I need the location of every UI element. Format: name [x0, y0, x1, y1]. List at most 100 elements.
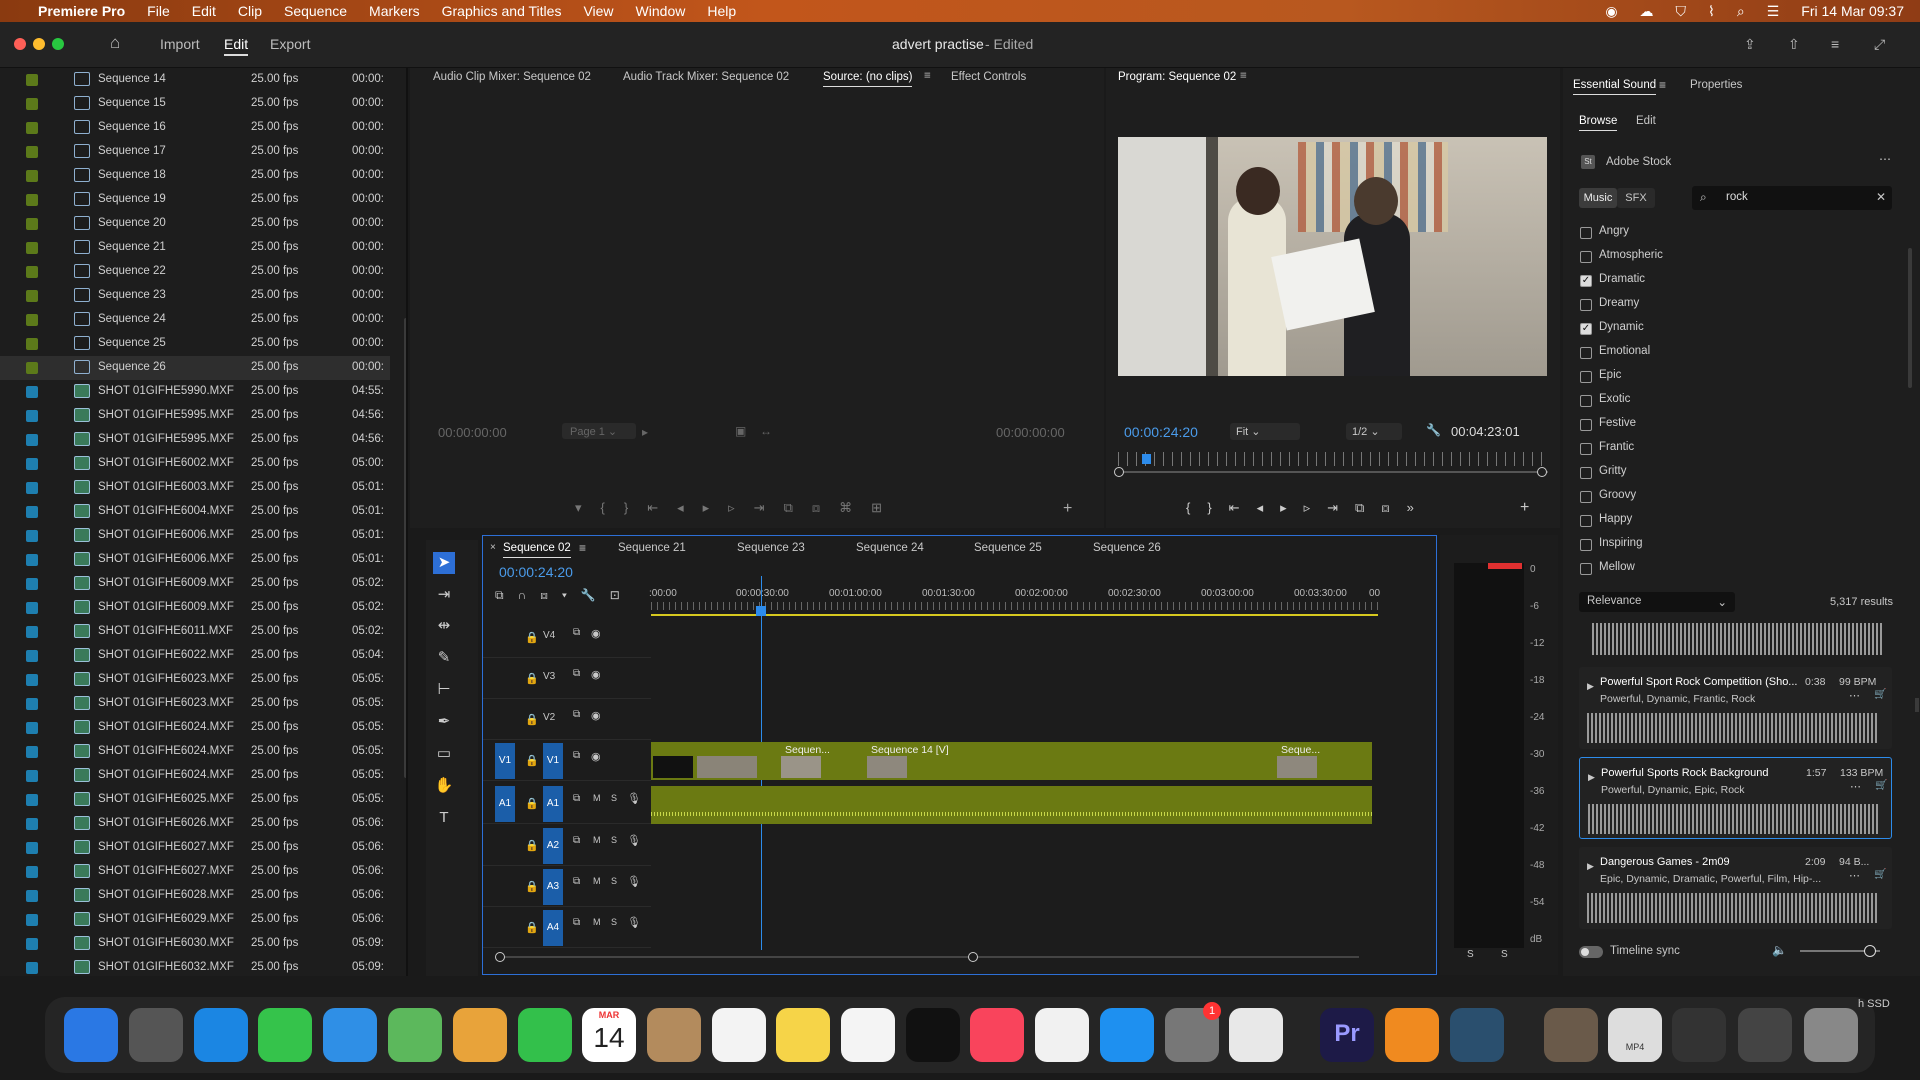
mood-checkbox[interactable] [1580, 227, 1592, 239]
label-color-chip[interactable] [26, 722, 38, 734]
track-label[interactable]: V3 [543, 671, 555, 682]
track-waveform[interactable] [1587, 713, 1877, 743]
timeline-timecode[interactable]: 00:00:24:20 [499, 564, 573, 580]
label-color-chip[interactable] [26, 146, 38, 158]
music-result-card[interactable]: ▶ Dangerous Games - 2m09 2:09 94 B... Epic, … [1579, 847, 1892, 929]
solo-button[interactable]: S [611, 917, 617, 927]
project-row[interactable]: SHOT 01GIFHE6023.MXF 25.00 fps 05:05: [0, 668, 390, 692]
timeline-sync-toggle[interactable] [1579, 946, 1603, 958]
project-item-name[interactable]: Sequence 17 [98, 145, 166, 157]
project-row[interactable]: Sequence 16 25.00 fps 00:00: [0, 116, 390, 140]
essential-menu-icon[interactable]: ≡ [1659, 78, 1666, 92]
mood-label[interactable]: Gritty [1599, 465, 1626, 477]
resolution-dropdown[interactable]: 1/2 ⌄ [1346, 423, 1402, 440]
project-item-name[interactable]: SHOT 01GIFHE6027.MXF [98, 841, 234, 853]
toggle-sync-icon[interactable]: ⧉ [573, 876, 580, 887]
system-settings-icon[interactable]: 1 [1165, 1002, 1221, 1062]
tab-properties[interactable]: Properties [1690, 79, 1742, 91]
project-row[interactable]: SHOT 01GIFHE6028.MXF 25.00 fps 05:06: [0, 884, 390, 908]
project-item-name[interactable]: Sequence 23 [98, 289, 166, 301]
mood-label[interactable]: Epic [1599, 369, 1621, 381]
project-row[interactable]: SHOT 01GIFHE6009.MXF 25.00 fps 05:02: [0, 596, 390, 620]
project-row[interactable]: SHOT 01GIFHE6030.MXF 25.00 fps 05:09: [0, 932, 390, 956]
contacts-icon[interactable] [647, 1008, 701, 1062]
results-scrollbar[interactable] [1915, 698, 1919, 712]
project-item-name[interactable]: Sequence 18 [98, 169, 166, 181]
vlc-icon[interactable] [1385, 1008, 1439, 1062]
project-item-name[interactable]: SHOT 01GIFHE6009.MXF [98, 601, 234, 613]
minimize-window-button[interactable] [33, 38, 45, 50]
mute-button[interactable]: M [593, 917, 601, 927]
project-item-name[interactable]: SHOT 01GIFHE6023.MXF [98, 697, 234, 709]
eye-icon[interactable]: ◉ [591, 627, 601, 640]
mic-icon[interactable]: 🎙 [627, 834, 641, 847]
share-icon[interactable]: ⇧ [1788, 36, 1800, 53]
menu-icon[interactable]: ≡ [924, 70, 931, 82]
label-color-chip[interactable] [26, 314, 38, 326]
volume-knob[interactable] [1864, 945, 1876, 957]
launchpad-icon[interactable] [129, 1008, 183, 1062]
project-item-name[interactable]: Sequence 14 [98, 73, 166, 85]
solo-button[interactable]: S [611, 793, 617, 803]
cloud-icon[interactable]: ☁ [1640, 3, 1654, 20]
clear-search-icon[interactable]: ✕ [1876, 190, 1886, 204]
mood-label[interactable]: Happy [1599, 513, 1632, 525]
lock-icon[interactable]: 🔒 [525, 839, 539, 852]
project-item-name[interactable]: SHOT 01GIFHE6024.MXF [98, 769, 234, 781]
label-color-chip[interactable] [26, 962, 38, 974]
mood-checkbox[interactable] [1580, 467, 1592, 479]
razor-tool-icon[interactable]: ✎ [433, 647, 455, 669]
project-row[interactable]: Sequence 23 25.00 fps 00:00: [0, 284, 390, 308]
photos-icon[interactable] [453, 1008, 507, 1062]
safari-icon[interactable] [194, 1008, 248, 1062]
track-label[interactable]: V1 [543, 743, 563, 779]
quick-export-icon[interactable]: ⇪ [1744, 36, 1756, 53]
project-row[interactable]: SHOT 01GIFHE6006.MXF 25.00 fps 05:01: [0, 524, 390, 548]
toggle-sync-icon[interactable]: ⧉ [573, 793, 580, 804]
project-row[interactable]: SHOT 01GIFHE6025.MXF 25.00 fps 05:05: [0, 788, 390, 812]
eye-icon[interactable]: ◉ [591, 668, 601, 681]
music-icon[interactable] [970, 1008, 1024, 1062]
chrome-icon[interactable] [1229, 1008, 1283, 1062]
project-item-name[interactable]: SHOT 01GIFHE5995.MXF [98, 409, 234, 421]
lock-icon[interactable]: 🔒 [525, 713, 539, 726]
label-color-chip[interactable] [26, 914, 38, 926]
label-color-chip[interactable] [26, 506, 38, 518]
project-item-name[interactable]: SHOT 01GIFHE6022.MXF [98, 649, 234, 661]
eye-icon[interactable]: ◉ [591, 709, 601, 722]
project-item-name[interactable]: Sequence 19 [98, 193, 166, 205]
project-row[interactable]: SHOT 01GIFHE6024.MXF 25.00 fps 05:05: [0, 764, 390, 788]
zoom-handle-left[interactable] [1114, 467, 1124, 477]
label-color-chip[interactable] [26, 866, 38, 878]
page-dropdown[interactable]: Page 1 ⌄ [562, 423, 636, 439]
project-item-name[interactable]: Sequence 22 [98, 265, 166, 277]
project-row[interactable]: Sequence 24 25.00 fps 00:00: [0, 308, 390, 332]
mood-checkbox[interactable] [1580, 371, 1592, 383]
mood-checkbox[interactable] [1580, 515, 1592, 527]
project-row[interactable]: SHOT 01GIFHE6011.MXF 25.00 fps 05:02: [0, 620, 390, 644]
play-icon[interactable]: ▶ [1588, 772, 1595, 783]
app-name[interactable]: Premiere Pro [38, 3, 125, 19]
label-color-chip[interactable] [26, 410, 38, 422]
mood-label[interactable]: Inspiring [1599, 537, 1642, 549]
mood-checkbox[interactable] [1580, 419, 1592, 431]
track-label[interactable]: A2 [543, 828, 563, 864]
tab-audio-track-mixer[interactable]: Audio Track Mixer: Sequence 02 [623, 71, 789, 83]
mood-checkbox[interactable] [1580, 563, 1592, 575]
track-waveform[interactable] [1588, 804, 1878, 834]
tab-browse[interactable]: Browse [1579, 115, 1618, 131]
toggle-sync-icon[interactable]: ⧉ [573, 709, 580, 720]
source-patch-a1[interactable]: A1 [495, 786, 515, 822]
timeline-scrollbar[interactable] [499, 956, 1359, 958]
project-row[interactable]: Sequence 26 25.00 fps 00:00: [0, 356, 390, 380]
program-timeline-ruler[interactable] [1118, 452, 1548, 466]
project-row[interactable]: Sequence 25 25.00 fps 00:00: [0, 332, 390, 356]
project-item-name[interactable]: Sequence 21 [98, 241, 166, 253]
project-row[interactable]: Sequence 19 25.00 fps 00:00: [0, 188, 390, 212]
toggle-sync-icon[interactable]: ⧉ [573, 750, 580, 761]
label-color-chip[interactable] [26, 362, 38, 374]
video-clip-strip[interactable]: Sequen... Sequence 14 [V] Seque... [651, 742, 1372, 780]
maps-icon[interactable] [388, 1008, 442, 1062]
label-color-chip[interactable] [26, 290, 38, 302]
project-item-name[interactable]: SHOT 01GIFHE6024.MXF [98, 745, 234, 757]
